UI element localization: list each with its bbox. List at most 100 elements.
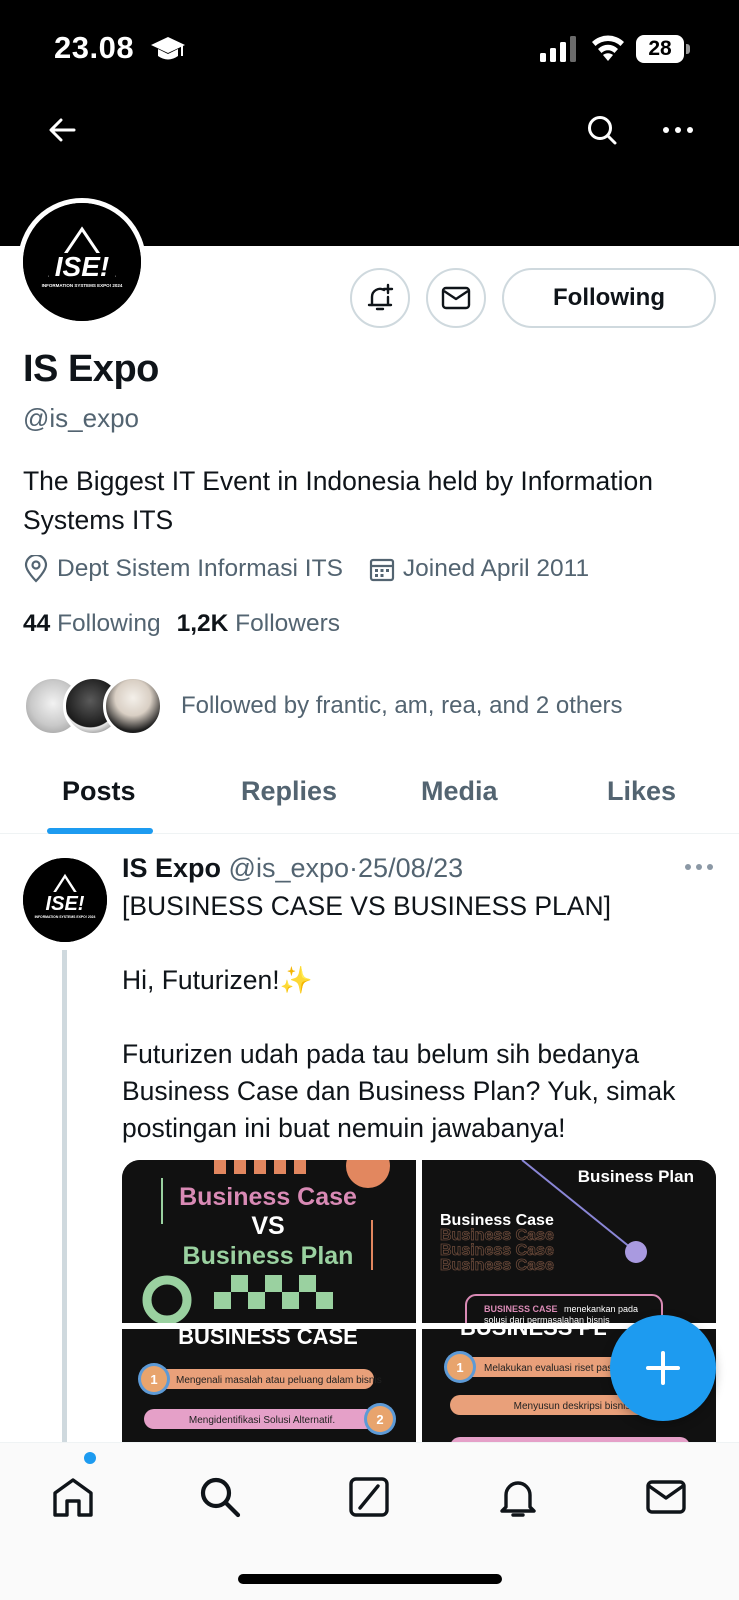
nav-notifications[interactable]	[494, 1473, 542, 1521]
ise-logo-icon: ISE! INFORMATION SYSTEMS EXPO! 2024	[23, 203, 141, 321]
post-more-icon[interactable]	[684, 860, 714, 874]
profile-handle: @is_expo	[23, 403, 140, 433]
logo-subtext: INFORMATION SYSTEMS EXPO! 2024	[35, 915, 96, 919]
nav-home[interactable]	[49, 1473, 97, 1521]
followed-by-text: Followed by frantic, am, rea, and 2 othe…	[181, 692, 623, 719]
nav-grok[interactable]	[345, 1473, 393, 1521]
home-icon	[53, 1478, 93, 1517]
battery-indicator: 28	[636, 35, 690, 63]
follow-counts: 44 Following 1,2K Followers	[23, 610, 340, 638]
media-text: 1	[150, 1372, 157, 1387]
joined-text: Joined April 2011	[402, 555, 590, 582]
media-image[interactable]: BUSINESS CASE 1 Mengenali masalah atau p…	[122, 1329, 416, 1460]
media-text: BUSINESS CASE	[484, 1304, 558, 1314]
logo-subtext: INFORMATION SYSTEMS EXPO! 2024	[42, 283, 123, 288]
post-separator: ·	[349, 853, 359, 883]
location-text: Dept Sistem Informasi ITS	[57, 555, 343, 582]
joined-item: Joined April 2011	[369, 555, 589, 583]
profile-tabs: Posts Replies Media Likes	[0, 752, 739, 834]
location-pin-icon	[24, 555, 48, 583]
media-text: Business Case	[440, 1257, 554, 1274]
tab-replies[interactable]: Replies	[241, 776, 337, 807]
ise-logo-icon: ISE! INFORMATION SYSTEMS EXPO! 2024	[23, 858, 107, 942]
message-button[interactable]	[426, 268, 486, 328]
media-text: solusi dari permasalahan bisnis	[484, 1315, 610, 1323]
followed-by-row[interactable]: Followed by frantic, am, rea, and 2 othe…	[23, 676, 623, 736]
media-text: BUSINESS CASE	[178, 1329, 358, 1349]
battery-level: 28	[636, 35, 684, 63]
status-bar: 23.08 28	[0, 0, 739, 100]
search-button[interactable]	[580, 108, 624, 152]
following-label: Following	[57, 610, 161, 637]
post-line: Hi, Futurizen!✨	[122, 965, 313, 995]
profile-display-name: IS Expo	[23, 348, 159, 390]
plus-icon	[646, 1351, 680, 1385]
nav-messages[interactable]	[642, 1473, 690, 1521]
media-text: Mengidentifikasi Solusi Alternatif.	[189, 1415, 335, 1426]
media-text: VS	[251, 1212, 284, 1240]
post-body: [BUSINESS CASE VS BUSINESS PLAN] Hi, Fut…	[122, 888, 722, 1147]
followers-label: Followers	[235, 610, 340, 637]
graduation-cap-icon	[151, 37, 185, 60]
media-text: Mengenali masalah atau peluang dalam bis…	[176, 1375, 382, 1386]
media-text: Menyusun deskripsi bisnis	[514, 1401, 631, 1412]
media-image[interactable]: Business Case VS Business Plan	[122, 1160, 416, 1323]
followers-count-link[interactable]: 1,2K Followers	[177, 610, 340, 637]
location-item: Dept Sistem Informasi ITS	[23, 555, 343, 583]
post-author-name[interactable]: IS Expo	[122, 853, 221, 883]
more-horizontal-icon	[663, 127, 693, 133]
mail-icon	[646, 1480, 686, 1514]
battery-tip	[686, 44, 690, 54]
follower-avatars	[23, 676, 173, 736]
followers-count: 1,2K	[176, 610, 229, 637]
tab-posts[interactable]: Posts	[62, 776, 136, 807]
following-count-link[interactable]: 44 Following	[23, 610, 161, 637]
cellular-signal-icon	[540, 36, 576, 62]
follower-avatar	[103, 676, 163, 736]
media-text: Business Plan	[578, 1167, 694, 1186]
calendar-icon	[369, 558, 395, 582]
profile-bio: The Biggest IT Event in Indonesia held b…	[23, 466, 653, 535]
post-header: IS Expo @is_expo·25/08/23	[122, 853, 463, 884]
status-time: 23.08	[54, 30, 135, 65]
following-count: 44	[23, 610, 51, 637]
bell-plus-icon	[367, 283, 394, 311]
post-line: [BUSINESS CASE VS BUSINESS PLAN]	[122, 891, 611, 921]
bell-icon	[500, 1481, 536, 1517]
media-text: BUSINESS PL	[460, 1329, 607, 1340]
wifi-icon	[592, 35, 624, 61]
notification-dot	[84, 1452, 96, 1464]
media-text: Business Case	[179, 1183, 357, 1211]
grok-icon	[349, 1477, 389, 1517]
tab-media[interactable]: Media	[421, 776, 498, 807]
post-media-grid: Business Case VS Business Plan Business …	[122, 1160, 716, 1460]
back-button[interactable]	[40, 108, 84, 152]
media-text: 1	[456, 1360, 463, 1375]
search-icon	[200, 1477, 241, 1518]
more-button[interactable]	[656, 108, 700, 152]
active-tab-indicator	[47, 828, 153, 834]
notifications-subscribe-button[interactable]	[350, 268, 410, 328]
media-text: 2	[376, 1412, 383, 1427]
post-author-avatar[interactable]: ISE! INFORMATION SYSTEMS EXPO! 2024	[23, 858, 107, 942]
logo-text: ISE!	[46, 893, 85, 915]
logo-text: ISE!	[55, 251, 109, 282]
media-text: menekankan pada	[564, 1304, 638, 1314]
mail-icon	[441, 286, 471, 310]
post-author-handle[interactable]: @is_expo	[229, 853, 349, 883]
post-line: Futurizen udah pada tau belum sih bedany…	[122, 1039, 676, 1143]
search-icon	[588, 116, 617, 145]
following-button[interactable]: Following	[502, 268, 716, 328]
compose-button[interactable]	[610, 1315, 716, 1421]
tab-likes[interactable]: Likes	[607, 776, 676, 807]
thread-line	[62, 950, 67, 1450]
media-text: Business Plan	[183, 1242, 354, 1270]
profile-meta: Dept Sistem Informasi ITS Joined April 2…	[23, 555, 615, 583]
arrow-left-icon	[49, 118, 76, 142]
post-date[interactable]: 25/08/23	[358, 853, 463, 883]
media-text: Melakukan evaluasi riset pas	[484, 1363, 612, 1374]
home-indicator	[238, 1574, 502, 1584]
nav-search[interactable]	[196, 1473, 244, 1521]
media-image[interactable]: Business Plan Business Case Business Cas…	[422, 1160, 716, 1323]
profile-avatar[interactable]: ISE! INFORMATION SYSTEMS EXPO! 2024	[18, 198, 146, 326]
